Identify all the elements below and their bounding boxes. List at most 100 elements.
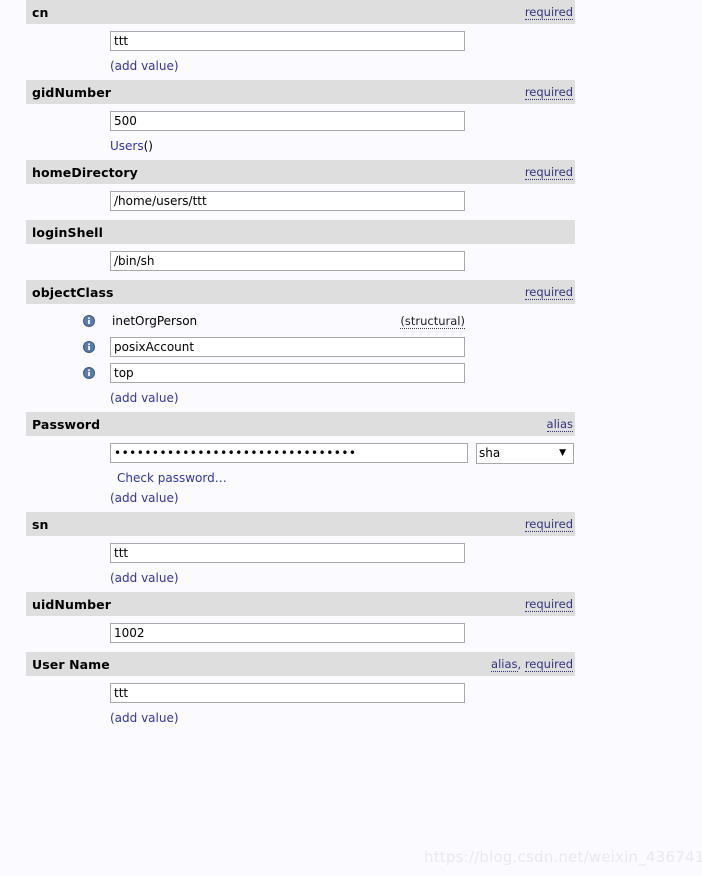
attribute-values bbox=[0, 184, 702, 220]
attribute-values: (add value) bbox=[0, 676, 702, 732]
value-input[interactable] bbox=[110, 111, 465, 131]
check-password-row: Check password… bbox=[0, 468, 702, 488]
add-value-link[interactable]: (add value) bbox=[110, 59, 179, 73]
value-input[interactable] bbox=[110, 191, 465, 211]
attribute-name: loginShell bbox=[32, 224, 103, 240]
value-row bbox=[0, 682, 702, 704]
attribute-header: gidNumber required bbox=[26, 80, 575, 104]
value-row bbox=[0, 250, 702, 272]
flag-required[interactable]: required bbox=[524, 285, 573, 300]
attribute-values: (add value) bbox=[0, 536, 702, 592]
add-value-row: (add value) bbox=[0, 488, 702, 508]
value-input[interactable] bbox=[110, 543, 465, 563]
attribute-values: (add value) bbox=[0, 24, 702, 80]
attribute-header: User Name alias, required bbox=[26, 652, 575, 676]
add-value-link[interactable]: (add value) bbox=[110, 491, 179, 505]
attribute-values bbox=[0, 616, 702, 652]
attribute-header: uidNumber required bbox=[26, 592, 575, 616]
attribute-flags: required bbox=[524, 285, 573, 300]
info-icon[interactable] bbox=[83, 341, 95, 353]
helper-link-row: Users () bbox=[0, 136, 702, 156]
attribute-values bbox=[0, 244, 702, 280]
value-icon-slot bbox=[0, 341, 110, 353]
attribute-block: User Name alias, required (add value) bbox=[0, 652, 702, 732]
attribute-flags: required bbox=[524, 597, 573, 612]
attribute-header: Password alias bbox=[26, 412, 575, 436]
attribute-flags: required bbox=[524, 517, 573, 532]
attribute-name: gidNumber bbox=[32, 84, 112, 100]
attribute-header: cn required bbox=[26, 0, 575, 24]
info-icon[interactable] bbox=[83, 367, 95, 379]
value-row bbox=[0, 190, 702, 212]
attribute-header: sn required bbox=[26, 512, 575, 536]
attribute-block: loginShell bbox=[0, 220, 702, 280]
attribute-header: loginShell bbox=[26, 220, 575, 244]
add-value-row: (add value) bbox=[0, 56, 702, 76]
value-row bbox=[0, 622, 702, 644]
flag-required[interactable]: required bbox=[524, 517, 573, 532]
attribute-header: objectClass required bbox=[26, 280, 575, 304]
attribute-block: Password alias sha▼ Check password… (add val… bbox=[0, 412, 702, 512]
value-input[interactable] bbox=[110, 31, 465, 51]
password-input[interactable] bbox=[110, 443, 468, 463]
add-value-link[interactable]: (add value) bbox=[110, 391, 179, 405]
gid-group-suffix: () bbox=[143, 139, 153, 153]
add-value-link[interactable]: (add value) bbox=[110, 571, 179, 585]
attribute-block: uidNumber required bbox=[0, 592, 702, 652]
attribute-values: sha▼ Check password… (add value) bbox=[0, 436, 702, 512]
add-value-row: (add value) bbox=[0, 708, 702, 728]
gid-group-link[interactable]: Users bbox=[110, 139, 144, 153]
attribute-values: inetOrgPerson (structural) (add value) bbox=[0, 304, 702, 412]
flag-required[interactable]: required bbox=[524, 165, 573, 180]
attribute-block: cn required (add value) bbox=[0, 0, 702, 80]
attribute-block: gidNumber required Users () bbox=[0, 80, 702, 160]
flag-alias[interactable]: alias bbox=[546, 417, 573, 432]
value-input[interactable] bbox=[110, 251, 465, 271]
attribute-flags: alias, required bbox=[491, 657, 573, 672]
attribute-values: Users () bbox=[0, 104, 702, 160]
attribute-name: Password bbox=[32, 416, 101, 432]
attribute-name: sn bbox=[32, 516, 49, 532]
attribute-name: objectClass bbox=[32, 284, 114, 300]
value-input[interactable] bbox=[110, 363, 465, 383]
info-icon[interactable] bbox=[83, 315, 95, 327]
attribute-block: objectClass required inetOrgPerson (structu… bbox=[0, 280, 702, 412]
flag-required[interactable]: required bbox=[524, 597, 573, 612]
value-icon-slot bbox=[0, 315, 110, 327]
flag-required[interactable]: required bbox=[524, 85, 573, 100]
attribute-flags: required bbox=[524, 85, 573, 100]
attribute-name: homeDirectory bbox=[32, 164, 138, 180]
ldap-attribute-form: cnrequired(add value)gidNumberrequiredUs… bbox=[0, 0, 702, 732]
attribute-block: homeDirectory required bbox=[0, 160, 702, 220]
attribute-name: uidNumber bbox=[32, 596, 112, 612]
attribute-name: User Name bbox=[32, 656, 110, 672]
attribute-block: sn required (add value) bbox=[0, 512, 702, 592]
flag-separator: , bbox=[517, 657, 525, 671]
password-encryption-select[interactable]: sha bbox=[476, 442, 574, 464]
attribute-flags: alias bbox=[546, 417, 573, 432]
value-row bbox=[0, 336, 702, 358]
add-value-row: (add value) bbox=[0, 388, 702, 408]
value-row: inetOrgPerson (structural) bbox=[0, 310, 702, 332]
value-row: sha▼ bbox=[0, 442, 702, 464]
add-value-link[interactable]: (add value) bbox=[110, 711, 179, 725]
flag-alias[interactable]: alias bbox=[491, 657, 518, 672]
value-row bbox=[0, 30, 702, 52]
value-icon-slot bbox=[0, 367, 110, 379]
password-encryption-wrap: sha ▼ bbox=[468, 442, 574, 464]
check-password-link[interactable]: Check password… bbox=[117, 471, 227, 485]
value-input[interactable] bbox=[110, 337, 465, 357]
value-row bbox=[0, 110, 702, 132]
flag-required[interactable]: required bbox=[524, 657, 573, 672]
structural-tag[interactable]: (structural) bbox=[400, 314, 465, 329]
attribute-flags: required bbox=[524, 165, 573, 180]
flag-required[interactable]: required bbox=[524, 5, 573, 20]
attribute-flags: required bbox=[524, 5, 573, 20]
add-value-row: (add value) bbox=[0, 568, 702, 588]
value-input[interactable] bbox=[110, 683, 465, 703]
value-input[interactable] bbox=[110, 623, 465, 643]
watermark-text: https://blog.csdn.net/weixin_43674113 bbox=[424, 848, 702, 866]
static-value-wrap: inetOrgPerson (structural) bbox=[110, 314, 465, 329]
attribute-header: homeDirectory required bbox=[26, 160, 575, 184]
value-row bbox=[0, 542, 702, 564]
